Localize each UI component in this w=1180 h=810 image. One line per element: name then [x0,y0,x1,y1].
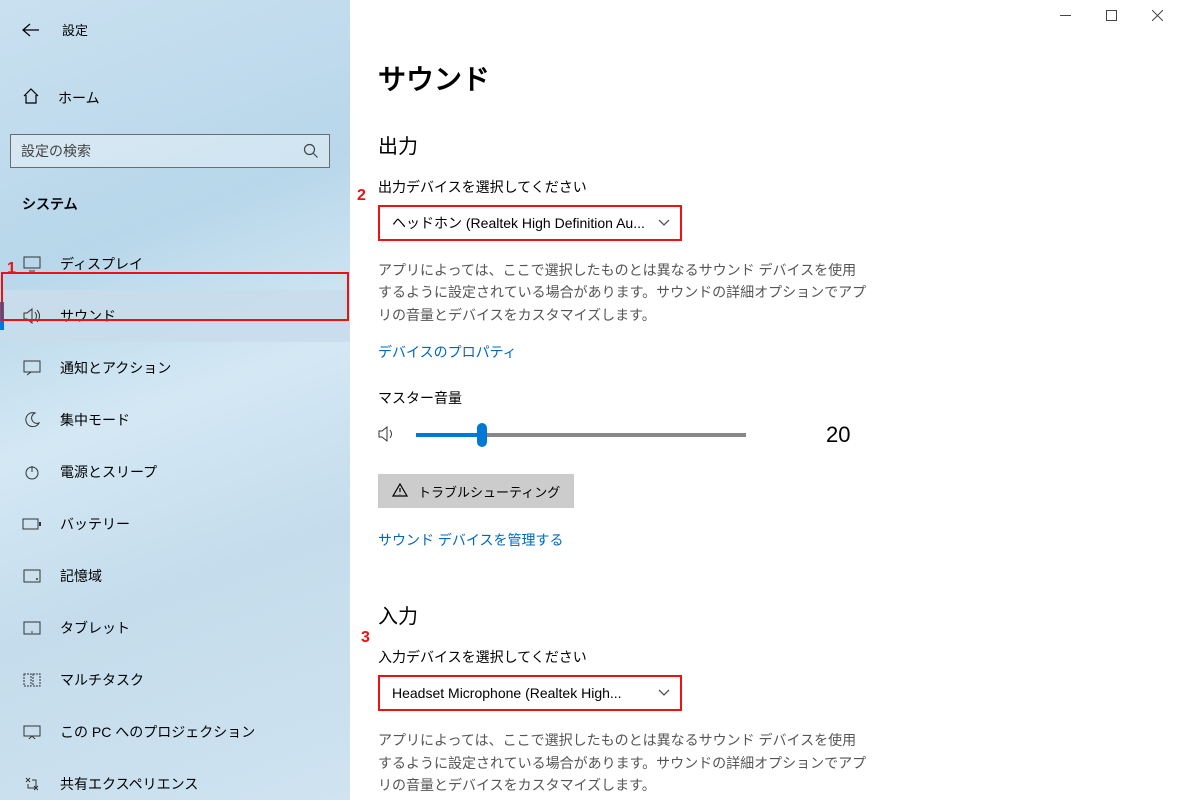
sidebar-item-label: 共有エクスペリエンス [60,774,198,794]
annotation-number-3: 3 [361,629,370,647]
sidebar-item-label: この PC へのプロジェクション [60,722,255,742]
share-icon [22,776,42,792]
sidebar-item-display[interactable]: ディスプレイ [0,238,350,290]
chevron-down-icon [658,219,670,227]
slider-thumb[interactable] [477,423,487,447]
tablet-icon [22,621,42,635]
sidebar-item-storage[interactable]: 記憶域 [0,550,350,602]
sidebar-item-power[interactable]: 電源とスリープ [0,446,350,498]
input-device-label: 入力デバイスを選択してください [378,647,1180,667]
storage-icon [22,569,42,583]
volume-value: 20 [826,422,850,448]
back-arrow-icon[interactable] [22,23,40,37]
search-icon [303,143,319,159]
home-button[interactable]: ホーム [0,79,350,116]
home-icon [22,87,40,108]
multitask-icon [22,673,42,687]
sound-icon [22,308,42,324]
maximize-button[interactable] [1088,0,1134,30]
sidebar-item-shared-experiences[interactable]: 共有エクスペリエンス [0,758,350,810]
main-content: サウンド 出力 出力デバイスを選択してください ヘッドホン (Realtek H… [350,0,1180,800]
annotation-number-2: 2 [357,187,366,205]
output-device-properties-link[interactable]: デバイスのプロパティ [378,342,517,362]
home-label: ホーム [58,88,100,108]
troubleshoot-button[interactable]: トラブルシューティング [378,474,574,508]
battery-icon [22,518,42,530]
sidebar-item-label: 電源とスリープ [60,462,157,482]
search-field[interactable] [21,143,303,159]
sidebar-item-multitask[interactable]: マルチタスク [0,654,350,706]
sidebar-item-sound[interactable]: サウンド [0,290,350,342]
sidebar-item-label: 通知とアクション [60,358,171,378]
output-heading: 出力 [378,130,1180,159]
minimize-button[interactable] [1042,0,1088,30]
input-description: アプリによっては、ここで選択したものとは異なるサウンド デバイスを使用するように… [378,729,868,796]
display-icon [22,256,42,272]
warning-icon [392,483,408,500]
annotation-number-1: 1 [7,260,16,278]
sidebar-item-label: サウンド [60,306,116,326]
sidebar-item-focus[interactable]: 集中モード [0,394,350,446]
projection-icon [22,725,42,739]
sidebar-item-label: 記憶域 [60,566,102,586]
troubleshoot-label: トラブルシューティング [418,482,560,501]
manage-sound-devices-link[interactable]: サウンド デバイスを管理する [378,530,563,550]
sidebar-item-notifications[interactable]: 通知とアクション [0,342,350,394]
page-title: サウンド [378,58,1180,98]
master-volume-label: マスター音量 [378,388,1180,408]
chevron-down-icon [658,689,670,697]
sidebar-item-label: マルチタスク [60,670,144,690]
output-device-value: ヘッドホン (Realtek High Definition Au... [392,213,645,233]
sidebar-item-label: バッテリー [60,514,130,534]
sidebar: 設定 ホーム システム ディスプレイ サウンド [0,0,350,800]
output-device-label: 出力デバイスを選択してください [378,177,1180,197]
category-header: システム [0,168,350,228]
input-device-select[interactable]: Headset Microphone (Realtek High... [378,675,682,711]
input-heading: 入力 [378,600,1180,629]
sidebar-item-label: 集中モード [60,410,130,430]
output-device-select[interactable]: ヘッドホン (Realtek High Definition Au... [378,205,682,241]
window-controls [1042,0,1180,30]
notifications-icon [22,360,42,376]
moon-icon [22,412,42,428]
speaker-icon[interactable] [378,425,408,446]
sidebar-item-projection[interactable]: この PC へのプロジェクション [0,706,350,758]
output-description: アプリによっては、ここで選択したものとは異なるサウンド デバイスを使用するように… [378,259,868,326]
sidebar-item-label: タブレット [60,618,130,638]
sidebar-item-label: ディスプレイ [60,254,143,274]
sidebar-item-tablet[interactable]: タブレット [0,602,350,654]
input-device-value: Headset Microphone (Realtek High... [392,685,622,701]
slider-fill [416,433,482,437]
close-button[interactable] [1134,0,1180,30]
window-title: 設定 [62,20,88,39]
power-icon [22,464,42,480]
sidebar-item-battery[interactable]: バッテリー [0,498,350,550]
search-input[interactable] [10,134,330,168]
volume-slider[interactable] [416,433,746,437]
